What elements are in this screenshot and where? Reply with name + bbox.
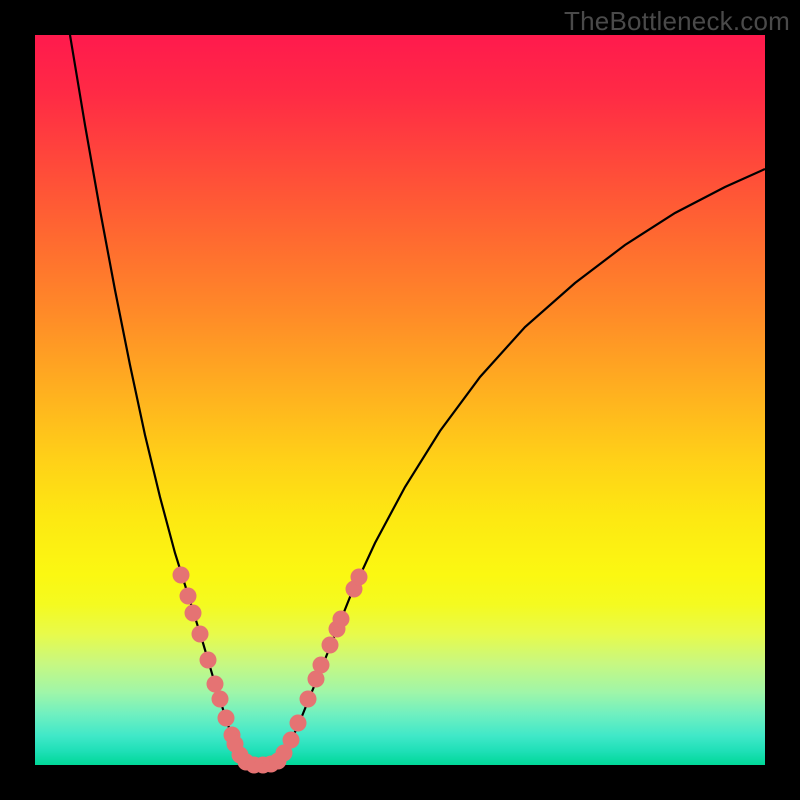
- plot-area: [35, 35, 765, 765]
- data-marker: [290, 715, 307, 732]
- data-marker: [322, 637, 339, 654]
- bottleneck-curve: [70, 35, 765, 765]
- data-markers: [173, 567, 368, 774]
- data-marker: [200, 652, 217, 669]
- data-marker: [180, 588, 197, 605]
- watermark-text: TheBottleneck.com: [564, 6, 790, 37]
- data-marker: [173, 567, 190, 584]
- data-marker: [351, 569, 368, 586]
- chart-frame: TheBottleneck.com: [0, 0, 800, 800]
- data-marker: [283, 732, 300, 749]
- chart-svg: [35, 35, 765, 765]
- data-marker: [333, 611, 350, 628]
- data-marker: [185, 605, 202, 622]
- data-marker: [212, 691, 229, 708]
- data-marker: [192, 626, 209, 643]
- data-marker: [218, 710, 235, 727]
- data-marker: [207, 676, 224, 693]
- data-marker: [313, 657, 330, 674]
- data-marker: [300, 691, 317, 708]
